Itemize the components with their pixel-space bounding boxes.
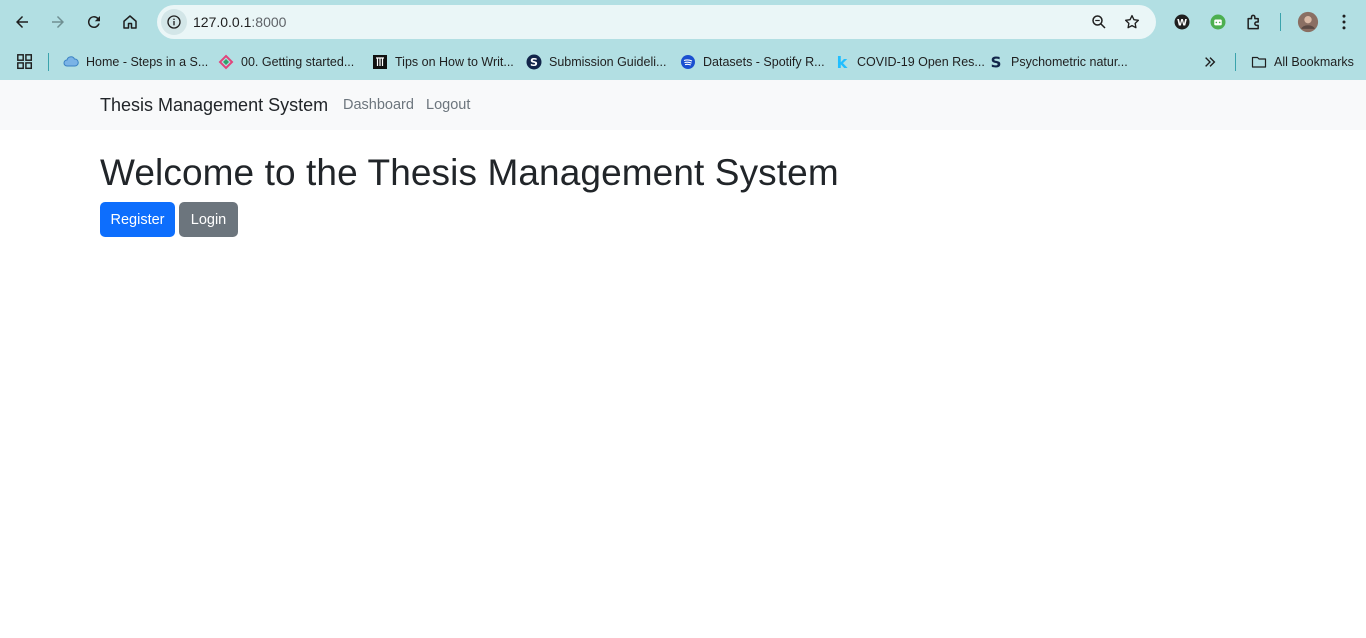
arrow-right-icon <box>52 16 64 28</box>
zoom-button[interactable] <box>1089 12 1109 32</box>
reload-button[interactable] <box>78 6 110 38</box>
bookmark-label: Psychometric natur... <box>1011 55 1128 69</box>
extensions-button[interactable] <box>1242 10 1266 34</box>
url-host: 127.0.0.1 <box>193 14 252 30</box>
site-info-button[interactable] <box>161 9 187 35</box>
bookmark-label: Home - Steps in a S... <box>86 55 209 69</box>
bookmark-label: Submission Guideli... <box>549 55 667 69</box>
bookmark-label: COVID-19 Open Res... <box>857 55 985 69</box>
nav-link-dashboard[interactable]: Dashboard <box>343 97 414 113</box>
browser-toolbar: 127.0.0.1:8000 W <box>0 0 1366 44</box>
chevron-double-right-icon <box>1205 57 1216 67</box>
bookmark-item[interactable]: 00. Getting started... <box>218 52 354 72</box>
avatar <box>1297 11 1319 33</box>
bookmark-item[interactable]: Datasets - Spotify R... <box>680 52 825 72</box>
zoom-icon <box>1092 15 1106 29</box>
bookmark-label: Tips on How to Writ... <box>395 55 514 69</box>
toolbar-divider <box>1280 13 1281 31</box>
browser-menu-button[interactable] <box>1332 10 1356 34</box>
bookmark-item[interactable]: S Psychometric natur... <box>988 52 1128 72</box>
home-icon <box>123 15 137 29</box>
star-icon <box>1124 14 1140 29</box>
extension-robot-button[interactable] <box>1206 10 1230 34</box>
all-bookmarks-label: All Bookmarks <box>1274 55 1354 69</box>
register-button[interactable]: Register <box>100 202 175 237</box>
login-button[interactable]: Login <box>179 202 238 237</box>
k-logo-icon: k <box>834 54 850 70</box>
forward-button[interactable] <box>42 6 74 38</box>
back-button[interactable] <box>6 6 38 38</box>
bookmarks-divider <box>1235 53 1236 71</box>
more-vertical-icon <box>1342 14 1346 30</box>
more-bookmarks-button[interactable] <box>1203 52 1217 72</box>
reload-icon <box>87 16 100 29</box>
bookmarks-divider <box>48 53 49 71</box>
robot-extension-icon <box>1210 14 1226 30</box>
bookmark-item[interactable]: Home - Steps in a S... <box>63 52 208 72</box>
bookmark-label: 00. Getting started... <box>241 55 355 69</box>
w-extension-icon: W <box>1174 14 1190 30</box>
url-text[interactable]: 127.0.0.1:8000 <box>193 14 286 30</box>
bookmark-item[interactable]: k COVID-19 Open Res... <box>834 52 985 72</box>
info-icon <box>167 15 181 29</box>
home-button[interactable] <box>114 6 146 38</box>
apps-grid-icon <box>17 54 33 70</box>
apps-button[interactable] <box>16 52 34 72</box>
diamond-icon <box>218 54 234 70</box>
url-port: :8000 <box>251 14 287 30</box>
nav-link-logout[interactable]: Logout <box>426 97 470 113</box>
bookmark-star-button[interactable] <box>1122 12 1142 32</box>
navbar-brand[interactable]: Thesis Management System <box>100 95 328 116</box>
puzzle-icon <box>1247 14 1259 30</box>
svg-text:k: k <box>837 54 848 70</box>
bookmark-item[interactable]: Tips on How to Writ... <box>372 52 514 72</box>
all-bookmarks-button[interactable]: All Bookmarks <box>1251 52 1354 72</box>
svg-text:W: W <box>1177 17 1187 28</box>
navbar: Thesis Management System Dashboard Logou… <box>0 80 1366 130</box>
arrow-left-icon <box>16 16 28 28</box>
svg-text:S: S <box>991 54 1002 70</box>
s-logo-icon: S <box>988 54 1004 70</box>
bookmark-item[interactable]: S Submission Guideli... <box>526 52 666 72</box>
folder-icon <box>1251 54 1267 70</box>
spotify-icon <box>680 54 696 70</box>
bookmarks-bar: Home - Steps in a S... 00. Getting start… <box>0 44 1366 80</box>
cloud-icon <box>63 54 79 70</box>
book-icon <box>372 54 388 70</box>
address-bar[interactable]: 127.0.0.1:8000 <box>157 5 1156 39</box>
extension-w-button[interactable]: W <box>1170 10 1194 34</box>
bookmark-label: Datasets - Spotify R... <box>703 55 825 69</box>
profile-button[interactable] <box>1296 10 1320 34</box>
page-title: Welcome to the Thesis Management System <box>100 152 839 193</box>
s-logo-icon: S <box>526 54 542 70</box>
browser-chrome: 127.0.0.1:8000 W Home - Steps in a S... … <box>0 0 1366 80</box>
svg-text:S: S <box>530 56 538 69</box>
